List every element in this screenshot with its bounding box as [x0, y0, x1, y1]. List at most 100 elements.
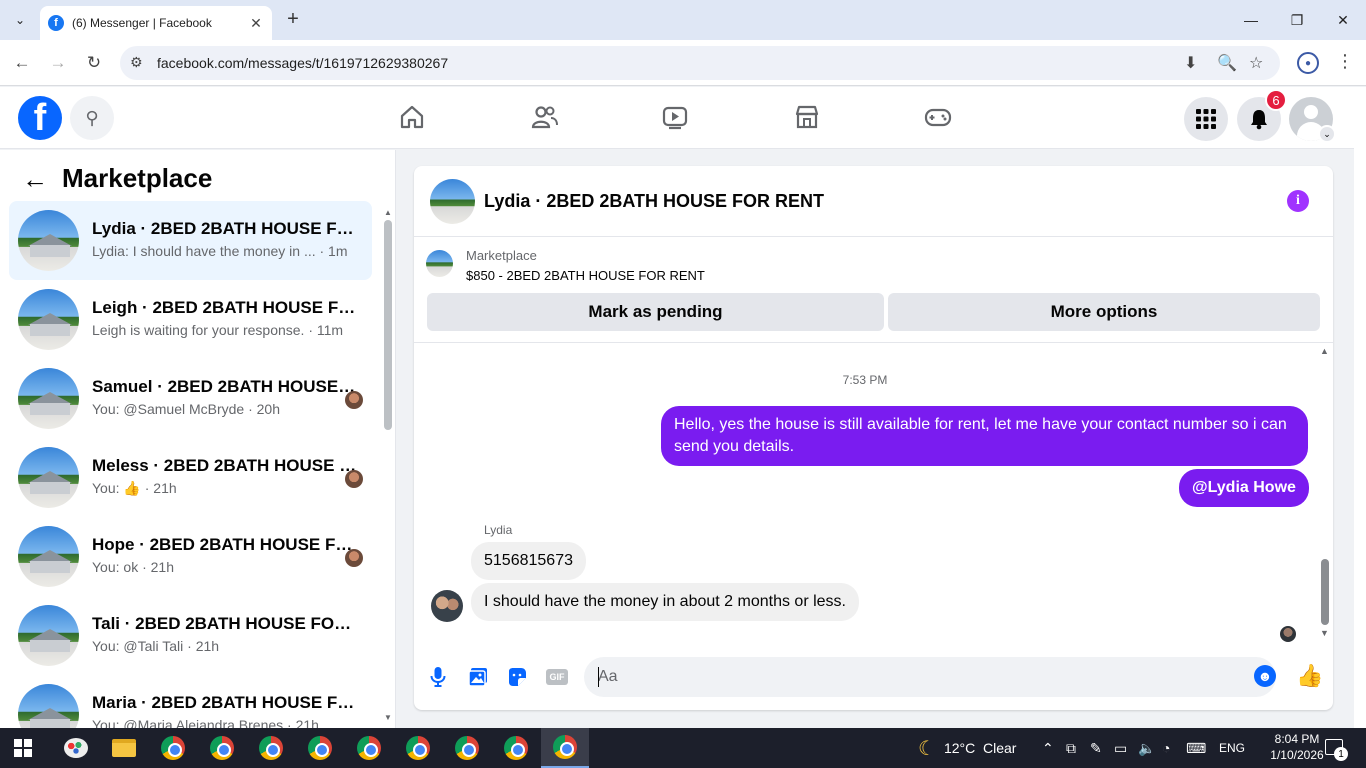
conversation-item-hope[interactable]: Hope · 2BED 2BATH HOUSE FOR RENT You: ok… — [9, 517, 372, 596]
text-caret — [598, 667, 599, 687]
menu-grid-icon[interactable] — [1184, 97, 1228, 141]
info-icon[interactable]: i — [1287, 190, 1309, 212]
chrome-profile-taskbar-icon[interactable] — [345, 728, 393, 768]
page-scrollbar[interactable] — [1354, 87, 1366, 728]
bookmark-star-icon[interactable]: ☆ — [1249, 53, 1263, 73]
tab-search-dropdown-icon[interactable]: ⌄ — [8, 8, 32, 32]
scroll-up-arrow-icon[interactable]: ▲ — [1320, 346, 1329, 356]
conversation-preview: You: 👍 · 21h — [92, 480, 177, 496]
chrome-taskbar-icon[interactable] — [149, 728, 197, 768]
listing-thumbnail[interactable] — [426, 250, 453, 277]
chrome-profile-taskbar-icon[interactable] — [394, 728, 442, 768]
minimize-button[interactable]: — — [1228, 0, 1274, 40]
listing-title[interactable]: $850 - 2BED 2BATH HOUSE FOR RENT — [466, 268, 705, 283]
gaming-icon[interactable] — [923, 102, 953, 132]
sender-name: Lydia — [484, 523, 513, 537]
wifi-icon[interactable]: ◔ — [1162, 728, 1170, 768]
conversation-preview: You: ok · 21h — [92, 559, 174, 575]
conversation-name: Hope · 2BED 2BATH HOUSE FOR RENT — [92, 535, 357, 554]
weather-text: 12°C Clear — [943, 740, 1017, 756]
conversation-name: Tali · 2BED 2BATH HOUSE FOR RENT — [92, 614, 357, 633]
conversation-item-maria[interactable]: Maria · 2BED 2BATH HOUSE FOR RENT You: @… — [9, 675, 372, 728]
conversation-preview: You: @Tali Tali · 21h — [92, 638, 220, 654]
reload-button[interactable]: ↻ — [82, 51, 106, 75]
search-icon[interactable]: ⚲ — [70, 96, 114, 140]
conversation-item-tali[interactable]: Tali · 2BED 2BATH HOUSE FOR RENT You: @T… — [9, 596, 372, 675]
chrome-profile-taskbar-icon[interactable] — [296, 728, 344, 768]
incoming-message[interactable]: I should have the money in about 2 month… — [471, 583, 859, 621]
account-chevron-down-icon[interactable]: ⌄ — [1318, 125, 1336, 143]
restore-button[interactable]: ❐ — [1274, 0, 1320, 40]
chat-title[interactable]: Lydia · 2BED 2BATH HOUSE FOR RENT — [484, 191, 824, 212]
windows-start-icon[interactable] — [14, 739, 32, 757]
close-window-button[interactable]: ✕ — [1320, 0, 1366, 40]
scroll-up-arrow-icon[interactable]: ▲ — [384, 208, 392, 217]
chrome-profile-taskbar-icon[interactable] — [492, 728, 540, 768]
battery-icon[interactable]: ▭ — [1114, 728, 1127, 768]
facebook-header: f ⚲ — [0, 87, 1354, 149]
mark-as-pending-button[interactable]: Mark as pending — [427, 293, 884, 331]
chrome-profile-icon[interactable]: ● — [1297, 52, 1319, 74]
language-indicator[interactable]: ENG — [1219, 728, 1245, 768]
microphone-icon[interactable] — [426, 665, 450, 689]
system-clock[interactable]: 8:04 PM 1/10/2026 — [1262, 731, 1332, 763]
chrome-profile-taskbar-icon[interactable] — [443, 728, 491, 768]
gif-icon[interactable]: GIF — [546, 669, 568, 685]
file-explorer-icon[interactable] — [100, 728, 148, 768]
weather-widget[interactable]: ☾ 12°C Clear — [918, 728, 1016, 768]
chrome-profile-taskbar-icon[interactable] — [247, 728, 295, 768]
sticker-icon[interactable] — [505, 665, 529, 689]
incoming-message[interactable]: 5156815673 — [471, 542, 586, 580]
conversation-list-scrollbar[interactable]: ▲ ▼ — [384, 208, 392, 722]
message-composer: GIF Aa ☻ 👍 — [414, 654, 1333, 702]
panel-title: Marketplace — [62, 163, 213, 193]
keyboard-icon[interactable]: ⌨ — [1186, 728, 1206, 768]
conversation-item-leigh[interactable]: Leigh · 2BED 2BATH HOUSE FOR RENT Leigh … — [9, 280, 372, 359]
outgoing-mention-message[interactable]: @Lydia Howe — [1179, 469, 1309, 507]
home-icon[interactable] — [397, 102, 427, 132]
tray-app-icon[interactable]: ⧉ — [1066, 728, 1076, 768]
zoom-icon[interactable]: 🔍 — [1217, 53, 1237, 73]
outgoing-message[interactable]: Hello, yes the house is still available … — [661, 406, 1308, 466]
chat-panel: Lydia · 2BED 2BATH HOUSE FOR RENT i Mark… — [414, 166, 1333, 710]
chat-header: Lydia · 2BED 2BATH HOUSE FOR RENT i — [414, 166, 1333, 237]
close-tab-icon[interactable]: ✕ — [248, 15, 264, 32]
site-info-icon[interactable]: ⚙ — [130, 54, 143, 71]
scroll-down-arrow-icon[interactable]: ▼ — [1320, 628, 1329, 638]
chat-listing-avatar[interactable] — [430, 179, 475, 224]
address-bar[interactable]: ⚙ facebook.com/messages/t/16197126293802… — [120, 46, 1280, 80]
clock-time: 8:04 PM — [1274, 732, 1320, 746]
message-input[interactable]: Aa — [584, 657, 1276, 697]
chrome-profile-taskbar-icon[interactable] — [198, 728, 246, 768]
listing-thumbnail — [18, 368, 79, 429]
volume-icon[interactable]: 🔈 — [1138, 728, 1155, 768]
show-hidden-icons-icon[interactable]: ⌃ — [1042, 728, 1054, 768]
chrome-active-taskbar-icon[interactable] — [541, 728, 589, 768]
chrome-menu-icon[interactable]: ⋮ — [1336, 51, 1354, 72]
marketplace-icon[interactable] — [792, 102, 822, 132]
install-app-icon[interactable]: ⬇ — [1184, 53, 1197, 73]
conversation-item-lydia[interactable]: Lydia · 2BED 2BATH HOUSE FOR RENT Lydia:… — [9, 201, 372, 280]
gallery-icon[interactable] — [466, 665, 490, 689]
more-options-button[interactable]: More options — [888, 293, 1320, 331]
back-button[interactable]: ← — [10, 51, 34, 75]
pen-icon[interactable]: ✎ — [1090, 728, 1102, 768]
forward-button[interactable]: → — [46, 51, 70, 75]
thumbs-up-icon[interactable]: 👍 — [1296, 663, 1323, 689]
new-tab-button[interactable]: + — [282, 8, 304, 30]
video-icon[interactable] — [660, 102, 690, 132]
conversation-item-meless[interactable]: Meless · 2BED 2BATH HOUSE FOR RENT You: … — [9, 438, 372, 517]
message-scrollbar[interactable]: ▲ ▼ — [1320, 343, 1330, 643]
sender-avatar[interactable] — [431, 590, 463, 622]
clock-date: 1/10/2026 — [1270, 748, 1324, 762]
back-arrow-icon[interactable]: ← — [22, 164, 48, 195]
url-text[interactable]: facebook.com/messages/t/1619712629380267 — [157, 55, 448, 71]
paint-app-icon[interactable] — [52, 728, 100, 768]
emoji-icon[interactable]: ☻ — [1254, 665, 1276, 687]
browser-tab-messenger[interactable]: f (6) Messenger | Facebook ✕ — [40, 6, 272, 40]
friends-icon[interactable] — [529, 102, 559, 132]
conversation-item-samuel[interactable]: Samuel · 2BED 2BATH HOUSE FOR RENT You: … — [9, 359, 372, 438]
facebook-logo[interactable]: f — [18, 96, 62, 140]
moon-icon: ☾ — [918, 737, 936, 760]
scroll-down-arrow-icon[interactable]: ▼ — [384, 713, 392, 722]
